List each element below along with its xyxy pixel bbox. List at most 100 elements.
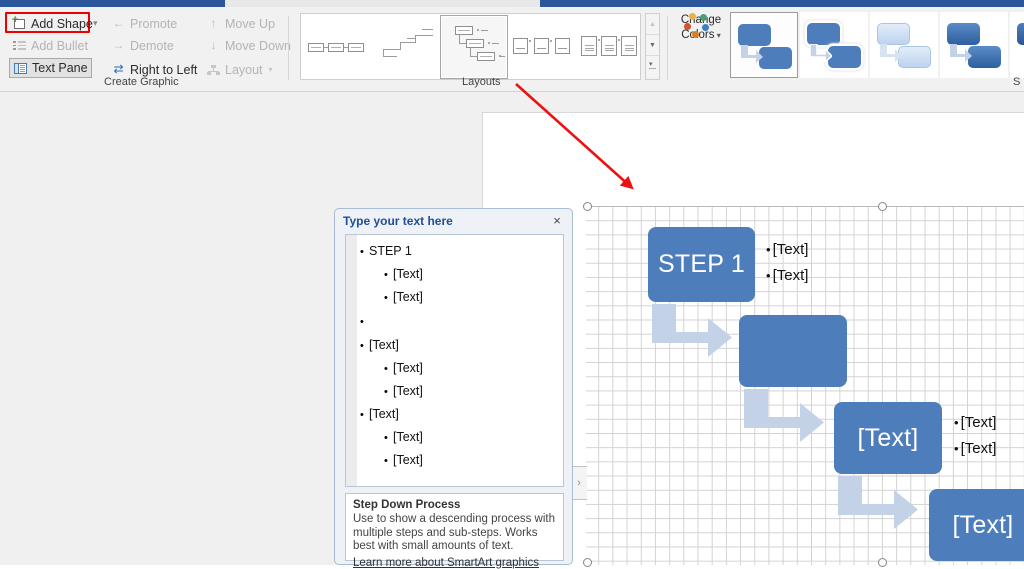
layout-thumb-3[interactable]	[509, 15, 577, 79]
text-pane-button[interactable]: Text Pane	[9, 58, 92, 78]
move-up-icon: ↑	[210, 16, 217, 30]
layout-name-label: Step Down Process	[353, 499, 461, 511]
layouts-more-button[interactable]: ▾ ―	[646, 56, 659, 77]
close-icon[interactable]: ×	[549, 212, 565, 228]
move-up-button[interactable]: ↑ Move Up	[203, 14, 278, 33]
tab-active-right[interactable]	[540, 0, 730, 7]
ribbon-separator-2	[667, 16, 668, 80]
text-pane-row-9[interactable]: • [Text]	[384, 453, 423, 467]
layout-thumb-0[interactable]	[302, 15, 370, 79]
bullet-icon: •	[360, 340, 364, 352]
text-pane-dialog[interactable]: Type your text here × • STEP 1 • [Text] •[…	[334, 208, 573, 569]
smartart-node-2-bullet-1: • [Text]	[954, 440, 997, 457]
picture-accent-process-icon	[509, 15, 577, 79]
bullet-icon: •	[384, 455, 388, 467]
layout-thumb-4[interactable]	[578, 15, 640, 79]
smartart-node-1[interactable]	[739, 315, 847, 387]
text-pane-header: Type your text here ×	[335, 209, 572, 233]
text-pane-row-1[interactable]: • [Text]	[384, 267, 423, 281]
layouts-scroll-up-button[interactable]: ▲	[646, 14, 659, 35]
tab-trailing[interactable]	[730, 0, 1024, 7]
smartart-node-0[interactable]: STEP 1	[648, 227, 755, 302]
style-thumb-3[interactable]	[940, 12, 1008, 78]
add-shape-dropdown[interactable]: ▾	[93, 18, 98, 29]
smartart-connector-1-icon	[744, 389, 824, 442]
vertical-box-list-icon	[578, 15, 640, 79]
text-pane-description: Step Down Process Use to show a descendi…	[345, 493, 564, 569]
text-pane-title: Type your text here	[343, 214, 453, 228]
bullet-icon: •	[384, 386, 388, 398]
layout-thumb-1[interactable]	[371, 15, 439, 79]
change-colors-button[interactable]: Change Colors ▾	[673, 12, 729, 42]
step-down-process-icon	[441, 16, 507, 78]
intense-effect-icon	[1010, 12, 1024, 78]
move-down-button[interactable]: ↓ Move Down	[203, 36, 294, 55]
add-bullet-label: Add Bullet	[31, 38, 88, 53]
ribbon: + Add Shape ▾ Add Bullet Text Pane ← Pro…	[0, 0, 1024, 92]
smartart-node-3[interactable]: [Text]	[929, 489, 1024, 561]
bullet-icon: •	[360, 409, 364, 421]
text-pane-row-8[interactable]: • [Text]	[384, 430, 423, 444]
text-pane-icon	[13, 61, 28, 76]
right-to-left-icon: ⇄	[113, 62, 124, 76]
canvas-handle-bottom-left[interactable]	[583, 558, 592, 567]
layout-description-text: Use to show a descending process with mu…	[353, 513, 555, 552]
smartart-canvas[interactable]: STEP 1 • [Text] • [Text] [Text] • [Text] •[…	[586, 207, 1024, 565]
bullet-icon: •	[360, 316, 364, 328]
white-outline-icon	[800, 12, 868, 78]
text-pane-row-7[interactable]: • [Text]	[360, 407, 399, 421]
move-up-label: Move Up	[225, 16, 276, 31]
text-pane-row-5[interactable]: • [Text]	[384, 361, 423, 375]
smartart-node-0-bullet-0: • [Text]	[766, 241, 809, 258]
text-pane-row-4[interactable]: • [Text]	[360, 338, 399, 352]
text-pane-row-2[interactable]: • [Text]	[384, 290, 423, 304]
add-shape-icon: +	[12, 15, 27, 31]
text-pane-row-6[interactable]: • [Text]	[384, 384, 423, 398]
subtle-effect-icon	[870, 12, 938, 78]
layouts-scroll-buttons: ▲ ▼ ▾ ―	[645, 13, 660, 80]
move-down-label: Move Down	[225, 38, 291, 53]
descending-process-icon	[371, 15, 439, 79]
basic-chevron-process-icon	[302, 15, 370, 79]
ribbon-tab-strip	[0, 0, 1024, 7]
demote-label: Demote	[130, 38, 174, 53]
style-thumb-2[interactable]	[870, 12, 938, 78]
smartart-node-2[interactable]: [Text]	[834, 402, 942, 474]
canvas-handle-top-left[interactable]	[583, 202, 592, 211]
smartart-styles-group-label: S	[1013, 76, 1021, 88]
add-shape-button[interactable]: + Add Shape	[9, 14, 96, 33]
text-pane-row-0[interactable]: • STEP 1	[360, 244, 412, 258]
smartart-node-2-bullet-0: • [Text]	[954, 414, 997, 431]
layout-button[interactable]: Layout ▾	[203, 60, 276, 79]
moderate-effect-icon	[940, 12, 1008, 78]
move-down-icon: ↓	[210, 38, 217, 52]
add-bullet-button[interactable]: Add Bullet	[9, 36, 91, 55]
layouts-group-label: Layouts	[462, 76, 501, 88]
change-colors-label-2: Colors ▾	[681, 29, 720, 41]
style-thumb-1[interactable]	[800, 12, 868, 78]
ribbon-body: + Add Shape ▾ Add Bullet Text Pane ← Pro…	[0, 7, 1024, 88]
bullet-icon: •	[384, 269, 388, 281]
text-pane-gutter	[346, 235, 357, 486]
layouts-gallery	[300, 13, 641, 80]
change-colors-caret-icon: ▾	[714, 30, 721, 40]
demote-icon: →	[112, 38, 125, 52]
canvas-handle-top-center[interactable]	[878, 202, 887, 211]
layouts-scroll-down-button[interactable]: ▼	[646, 35, 659, 56]
promote-button[interactable]: ← Promote	[108, 14, 180, 33]
canvas-handle-bottom-center[interactable]	[878, 558, 887, 567]
tab-active-left[interactable]	[0, 0, 225, 7]
layouts-more-icon: ▾ ―	[649, 60, 656, 72]
text-pane-label: Text Pane	[32, 61, 88, 75]
demote-button[interactable]: → Demote	[108, 36, 177, 55]
learn-more-link[interactable]: Learn more about SmartArt graphics	[353, 557, 556, 569]
layout-thumb-2[interactable]	[440, 15, 508, 79]
bullet-icon: •	[384, 292, 388, 304]
text-pane-editor[interactable]: • STEP 1 • [Text] • [Text] • • [Text] • [Text…	[345, 234, 564, 487]
add-shape-label: Add Shape	[31, 16, 93, 31]
bullet-icon: •	[384, 432, 388, 444]
promote-label: Promote	[130, 16, 178, 31]
style-thumb-0[interactable]	[730, 12, 798, 78]
style-thumb-4[interactable]	[1010, 12, 1024, 78]
text-pane-row-3[interactable]: •	[360, 314, 369, 328]
